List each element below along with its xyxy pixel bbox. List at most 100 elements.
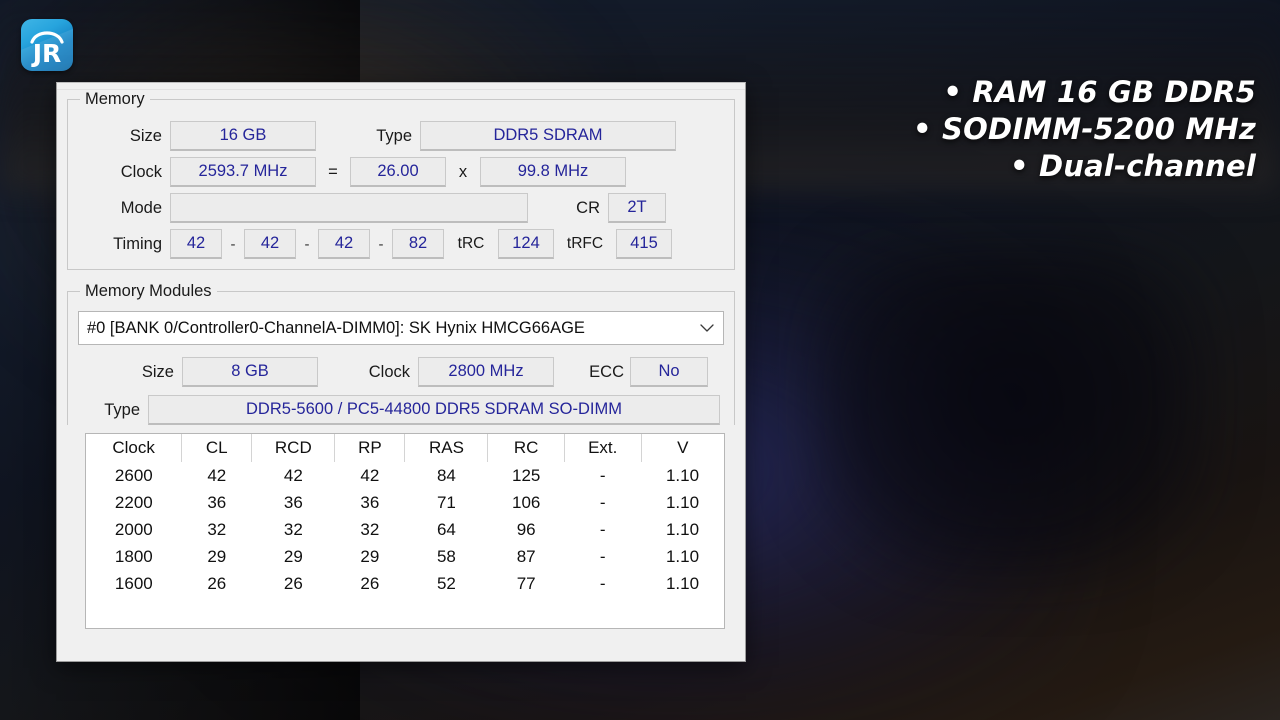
timing-separator: - [230,235,236,253]
timings-cell: 77 [516,574,536,593]
timings-cell: 2200 [114,493,153,512]
table-row[interactable]: 1800 29 29 29 58 87 - 1.10 [86,543,724,570]
table-row[interactable]: 2200 36 36 36 71 106 - 1.10 [86,489,724,516]
memory-timing-row: Timing 42 - 42 - 42 - 82 tRC 124 tRFC 41… [78,229,724,259]
timings-header-cell: V [677,438,689,457]
memory-trfc-label: tRFC [566,235,604,252]
timings-cell: 32 [360,520,380,539]
timings-cell: 42 [283,466,303,485]
timings-header-cell: RC [487,434,565,462]
logo-artwork: JR [30,31,64,68]
memory-timing-label: Timing [113,234,162,253]
memory-clock-value: 2593.7 MHz [170,157,316,187]
timings-cell: 36 [207,493,227,512]
table-row[interactable]: 2000 32 32 32 64 96 - 1.10 [86,516,724,543]
timings-cell: - [599,466,606,485]
timings-cell: 1.10 [665,493,700,512]
equals-symbol: = [328,162,338,181]
memory-size-type-row: Size 16 GB Type DDR5 SDRAM [78,121,724,151]
screenshot-root: JR • RAM 16 GB DDR5 • SODIMM-5200 MHz • … [0,0,1280,720]
timings-cell: 52 [436,574,456,593]
module-type-label: Type [104,400,140,419]
svg-text:JR: JR [31,39,62,68]
table-row[interactable]: 2600 42 42 42 84 125 - 1.10 [86,462,724,489]
timings-cell: 29 [360,547,380,566]
timings-cell: 64 [436,520,456,539]
memory-mode-value [170,193,528,223]
module-size-label: Size [141,362,174,381]
timings-header-cell: RP [334,434,406,462]
timings-cell: 26 [360,574,380,593]
timings-header-cell: CL [181,434,253,462]
memory-mode-row: Mode CR 2T [78,193,724,223]
cpuz-window[interactable]: Memory Size 16 GB Type DDR5 SDRAM Clock … [56,82,746,662]
timings-header-row: Clock CL RCD RP RAS RC Ext. V [86,434,724,462]
memory-timing-ras: 82 [392,229,444,259]
jr-logo-icon: JR [21,19,73,71]
module-size-clock-ecc-row: Size 8 GB Clock 2800 MHz ECC No [78,357,724,387]
times-symbol: x [458,162,468,181]
timings-cell: 106 [511,493,541,512]
memory-clock-label: Clock [120,162,162,181]
timings-cell: 96 [516,520,536,539]
timings-cell: 42 [360,466,380,485]
module-type-row: Type DDR5-5600 / PC5-44800 DDR5 SDRAM SO… [78,395,724,425]
memory-group-legend: Memory [85,90,145,108]
module-slot-select-value: #0 [BANK 0/Controller0-ChannelA-DIMM0]: … [87,318,585,337]
spec-bullet-item: • Dual-channel [1009,149,1256,184]
memory-base-clock-value: 99.8 MHz [480,157,626,187]
module-clock-value: 2800 MHz [418,357,554,387]
memory-timing-rp: 42 [318,229,370,259]
module-type-value: DDR5-5600 / PC5-44800 DDR5 SDRAM SO-DIMM [148,395,720,425]
memory-trc-value: 124 [498,229,554,259]
module-size-value: 8 GB [182,357,318,387]
timings-cell: 29 [207,547,227,566]
module-ecc-value: No [630,357,708,387]
timings-cell: - [599,574,606,593]
timings-header-cell: Ext. [564,434,642,462]
timings-cell: 32 [207,520,227,539]
timings-cell: 58 [436,547,456,566]
memory-type-label: Type [376,126,412,145]
timings-cell: 1600 [114,574,153,593]
spec-bullet-item: • RAM 16 GB DDR5 [943,75,1256,109]
timings-table-container[interactable]: Clock CL RCD RP RAS RC Ext. V 2600 42 42… [85,433,725,629]
memory-clock-row: Clock 2593.7 MHz = 26.00 x 99.8 MHz [78,157,724,187]
window-content: Memory Size 16 GB Type DDR5 SDRAM Clock … [57,90,745,629]
table-row[interactable]: 1600 26 26 26 52 77 - 1.10 [86,570,724,597]
spec-bullet-item: • SODIMM-5200 MHz [912,112,1256,147]
timings-cell: - [599,493,606,512]
memory-size-value: 16 GB [170,121,316,151]
spec-bullet-list: • RAM 16 GB DDR5 • SODIMM-5200 MHz • Dua… [913,74,1256,185]
timings-table-head: Clock CL RCD RP RAS RC Ext. V [86,434,724,462]
timings-table: Clock CL RCD RP RAS RC Ext. V 2600 42 42… [86,434,724,597]
memory-modules-group: Memory Modules #0 [BANK 0/Controller0-Ch… [67,282,735,425]
timings-cell: 1.10 [665,466,700,485]
timings-cell: - [599,547,606,566]
timings-cell: 1800 [114,547,153,566]
timings-cell: 1.10 [665,547,700,566]
memory-group: Memory Size 16 GB Type DDR5 SDRAM Clock … [67,90,735,270]
timings-cell: 1.10 [665,574,700,593]
memory-timing-cl: 42 [170,229,222,259]
timings-header-cell: RAS [404,434,489,462]
timings-cell: 36 [360,493,380,512]
memory-modules-legend: Memory Modules [85,282,212,300]
timings-cell: 32 [283,520,303,539]
timings-cell: 2600 [114,466,153,485]
timings-cell: 42 [207,466,227,485]
timings-table-body: 2600 42 42 42 84 125 - 1.10 2200 36 36 3… [86,462,724,597]
timings-cell: 26 [207,574,227,593]
memory-timing-rcd: 42 [244,229,296,259]
module-clock-label: Clock [368,362,410,381]
module-ecc-label: ECC [589,362,624,381]
chevron-down-icon[interactable] [700,324,714,333]
timing-separator: - [378,235,384,253]
timings-cell: 36 [283,493,303,512]
memory-trc-label: tRC [457,235,485,252]
timings-cell: 125 [511,466,541,485]
timing-separator: - [304,235,310,253]
module-slot-select[interactable]: #0 [BANK 0/Controller0-ChannelA-DIMM0]: … [78,311,724,345]
memory-cr-value: 2T [608,193,666,223]
timings-cell: 84 [436,466,456,485]
